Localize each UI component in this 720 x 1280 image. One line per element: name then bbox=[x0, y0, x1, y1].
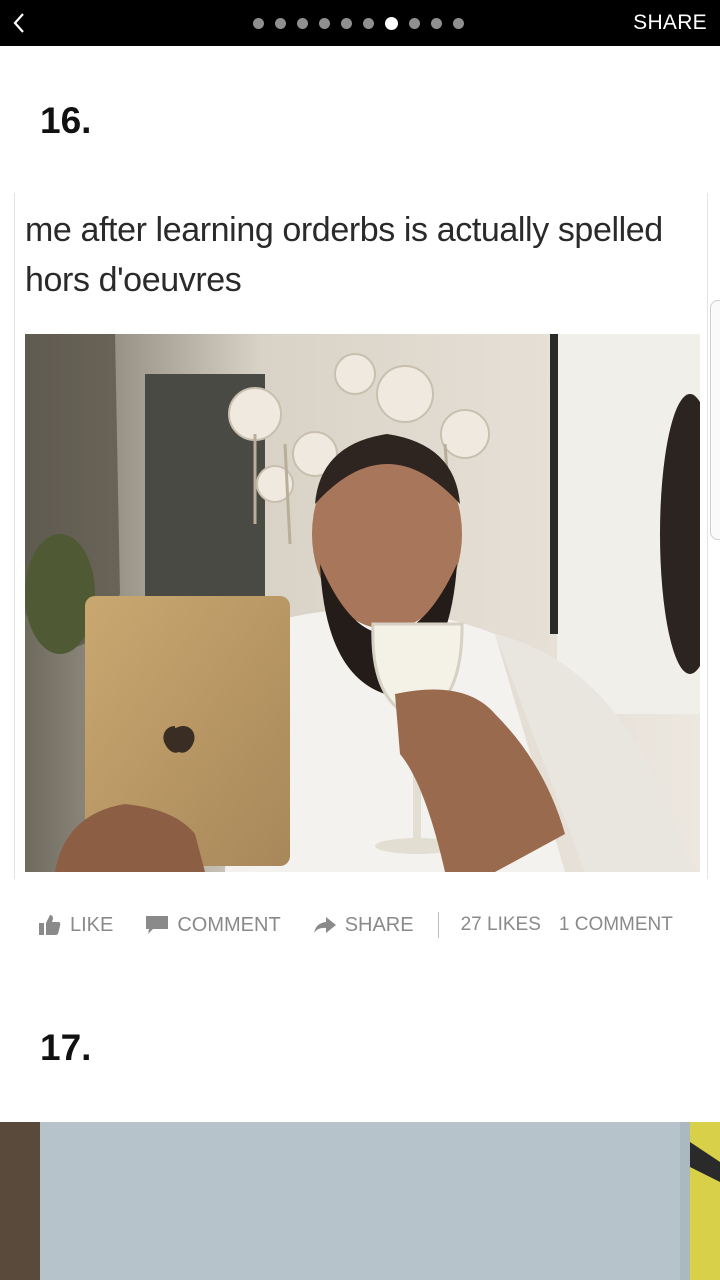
meme-photo bbox=[25, 334, 700, 872]
thumbs-up-icon bbox=[39, 915, 61, 935]
page-dot bbox=[453, 17, 464, 29]
chevron-left-icon bbox=[13, 13, 24, 33]
post-image[interactable] bbox=[25, 334, 700, 872]
item-number: 16. bbox=[40, 100, 92, 141]
share-arrow-icon bbox=[313, 917, 336, 933]
page-dot bbox=[275, 17, 286, 29]
share-label: SHARE bbox=[344, 913, 414, 936]
post-card: me after learning orderbs is actually sp… bbox=[14, 193, 708, 879]
next-photo bbox=[0, 1122, 720, 1280]
page-dot bbox=[363, 17, 374, 29]
back-button[interactable] bbox=[6, 6, 36, 40]
side-drawer-handle[interactable] bbox=[710, 300, 720, 540]
comment-button[interactable]: COMMENT bbox=[145, 913, 281, 937]
comment-icon bbox=[146, 916, 169, 934]
post-image[interactable] bbox=[0, 1122, 720, 1280]
comment-label: COMMENT bbox=[177, 913, 281, 936]
like-label: LIKE bbox=[70, 913, 114, 936]
page-dot bbox=[319, 17, 330, 29]
action-bar: LIKE COMMENT SHARE 27 LIKES 1 COMMENT bbox=[38, 910, 691, 940]
share-button[interactable]: SHARE bbox=[633, 11, 707, 35]
page-dot bbox=[253, 17, 264, 29]
top-bar: SHARE bbox=[0, 0, 720, 46]
page-dot bbox=[409, 17, 420, 29]
divider bbox=[437, 912, 439, 938]
post-caption: me after learning orderbs is actually sp… bbox=[25, 211, 663, 299]
page-dot bbox=[431, 17, 442, 29]
like-button[interactable]: LIKE bbox=[38, 914, 113, 937]
page-dot bbox=[341, 17, 352, 29]
comments-count[interactable]: 1 COMMENT bbox=[559, 914, 673, 936]
page-indicator bbox=[253, 16, 464, 30]
post-share-button[interactable]: SHARE bbox=[313, 914, 414, 937]
page-dot-active bbox=[385, 16, 398, 30]
item-number: 17. bbox=[40, 1027, 92, 1068]
page-dot bbox=[297, 17, 308, 29]
likes-count[interactable]: 27 LIKES bbox=[461, 914, 541, 936]
